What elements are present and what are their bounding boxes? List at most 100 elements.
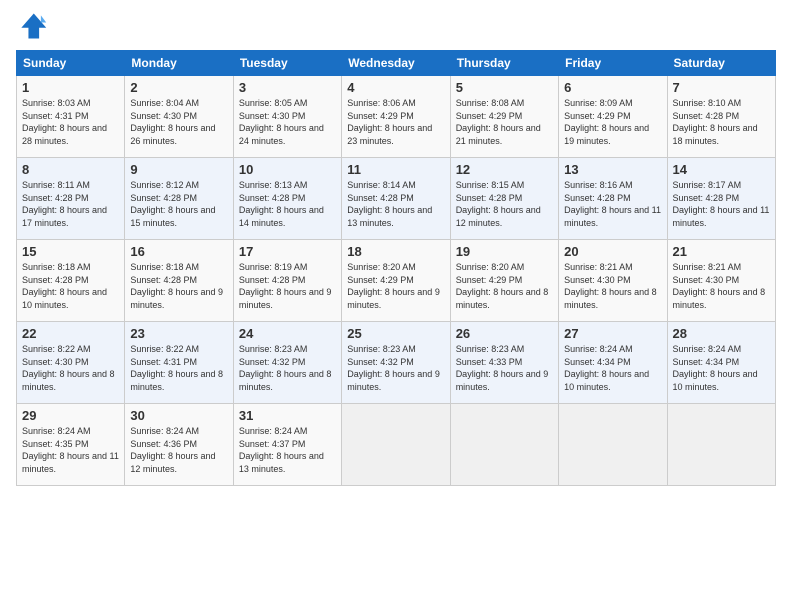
day-detail: Sunrise: 8:15 AMSunset: 4:28 PMDaylight:… [456, 179, 553, 229]
calendar-day-cell: 7 Sunrise: 8:10 AMSunset: 4:28 PMDaylight… [667, 76, 775, 158]
day-detail: Sunrise: 8:10 AMSunset: 4:28 PMDaylight:… [673, 97, 770, 147]
calendar-day-cell: 26 Sunrise: 8:23 AMSunset: 4:33 PMDayligh… [450, 322, 558, 404]
calendar-day-cell: 19Sunrise: 8:20 AMSunset: 4:29 PMDayligh… [450, 240, 558, 322]
day-detail: Sunrise: 8:13 AMSunset: 4:28 PMDaylight:… [239, 179, 336, 229]
day-detail: Sunrise: 8:24 AMSunset: 4:37 PMDaylight:… [239, 425, 336, 475]
day-number: 7 [673, 80, 770, 95]
day-number: 5 [456, 80, 553, 95]
calendar-day-cell: 30Sunrise: 8:24 AMSunset: 4:36 PMDayligh… [125, 404, 233, 486]
day-detail: Sunrise: 8:23 AMSunset: 4:33 PMDaylight:… [456, 343, 553, 393]
day-detail: Sunrise: 8:06 AMSunset: 4:29 PMDaylight:… [347, 97, 444, 147]
page: SundayMondayTuesdayWednesdayThursdayFrid… [0, 0, 792, 612]
day-number: 4 [347, 80, 444, 95]
day-detail: Sunrise: 8:22 AMSunset: 4:31 PMDaylight:… [130, 343, 227, 393]
day-detail: Sunrise: 8:23 AMSunset: 4:32 PMDaylight:… [239, 343, 336, 393]
calendar-day-cell: 15 Sunrise: 8:18 AMSunset: 4:28 PMDayligh… [17, 240, 125, 322]
calendar-day-cell: 28 Sunrise: 8:24 AMSunset: 4:34 PMDayligh… [667, 322, 775, 404]
day-number: 14 [673, 162, 770, 177]
calendar-week-row: 15 Sunrise: 8:18 AMSunset: 4:28 PMDayligh… [17, 240, 776, 322]
calendar-day-cell [667, 404, 775, 486]
calendar-day-cell: 9 Sunrise: 8:12 AMSunset: 4:28 PMDaylight… [125, 158, 233, 240]
day-detail: Sunrise: 8:24 AMSunset: 4:36 PMDaylight:… [130, 425, 227, 475]
calendar-day-cell: 3 Sunrise: 8:05 AMSunset: 4:30 PMDaylight… [233, 76, 341, 158]
logo [16, 10, 52, 42]
calendar-day-cell: 27Sunrise: 8:24 AMSunset: 4:34 PMDayligh… [559, 322, 667, 404]
day-number: 26 [456, 326, 553, 341]
day-of-week-row: SundayMondayTuesdayWednesdayThursdayFrid… [17, 51, 776, 76]
calendar-day-cell: 29 Sunrise: 8:24 AMSunset: 4:35 PMDayligh… [17, 404, 125, 486]
dow-header: Monday [125, 51, 233, 76]
day-number: 3 [239, 80, 336, 95]
dow-header: Wednesday [342, 51, 450, 76]
day-detail: Sunrise: 8:19 AMSunset: 4:28 PMDaylight:… [239, 261, 336, 311]
day-number: 27 [564, 326, 661, 341]
day-number: 1 [22, 80, 119, 95]
calendar-day-cell: 24 Sunrise: 8:23 AMSunset: 4:32 PMDayligh… [233, 322, 341, 404]
day-number: 23 [130, 326, 227, 341]
calendar-day-cell: 13Sunrise: 8:16 AMSunset: 4:28 PMDayligh… [559, 158, 667, 240]
day-detail: Sunrise: 8:20 AMSunset: 4:29 PMDaylight:… [347, 261, 444, 311]
day-detail: Sunrise: 8:18 AMSunset: 4:28 PMDaylight:… [130, 261, 227, 311]
calendar-day-cell: 14 Sunrise: 8:17 AMSunset: 4:28 PMDayligh… [667, 158, 775, 240]
day-detail: Sunrise: 8:04 AMSunset: 4:30 PMDaylight:… [130, 97, 227, 147]
calendar-day-cell: 11Sunrise: 8:14 AMSunset: 4:28 PMDayligh… [342, 158, 450, 240]
day-detail: Sunrise: 8:05 AMSunset: 4:30 PMDaylight:… [239, 97, 336, 147]
calendar-day-cell: 4 Sunrise: 8:06 AMSunset: 4:29 PMDaylight… [342, 76, 450, 158]
day-number: 11 [347, 162, 444, 177]
calendar-day-cell: 16Sunrise: 8:18 AMSunset: 4:28 PMDayligh… [125, 240, 233, 322]
day-number: 8 [22, 162, 119, 177]
day-detail: Sunrise: 8:22 AMSunset: 4:30 PMDaylight:… [22, 343, 119, 393]
day-detail: Sunrise: 8:12 AMSunset: 4:28 PMDaylight:… [130, 179, 227, 229]
calendar-day-cell: 23 Sunrise: 8:22 AMSunset: 4:31 PMDayligh… [125, 322, 233, 404]
day-number: 9 [130, 162, 227, 177]
calendar-day-cell: 22 Sunrise: 8:22 AMSunset: 4:30 PMDayligh… [17, 322, 125, 404]
calendar-day-cell [450, 404, 558, 486]
calendar-day-cell: 8 Sunrise: 8:11 AMSunset: 4:28 PMDaylight… [17, 158, 125, 240]
day-number: 31 [239, 408, 336, 423]
day-detail: Sunrise: 8:11 AMSunset: 4:28 PMDaylight:… [22, 179, 119, 229]
calendar-day-cell: 25 Sunrise: 8:23 AMSunset: 4:32 PMDayligh… [342, 322, 450, 404]
calendar-day-cell: 5Sunrise: 8:08 AMSunset: 4:29 PMDaylight… [450, 76, 558, 158]
calendar-day-cell: 1 Sunrise: 8:03 AMSunset: 4:31 PMDaylight… [17, 76, 125, 158]
calendar-day-cell: 17 Sunrise: 8:19 AMSunset: 4:28 PMDayligh… [233, 240, 341, 322]
day-number: 10 [239, 162, 336, 177]
dow-header: Friday [559, 51, 667, 76]
day-number: 28 [673, 326, 770, 341]
day-number: 6 [564, 80, 661, 95]
calendar-body: 1 Sunrise: 8:03 AMSunset: 4:31 PMDaylight… [17, 76, 776, 486]
day-detail: Sunrise: 8:03 AMSunset: 4:31 PMDaylight:… [22, 97, 119, 147]
calendar-week-row: 8 Sunrise: 8:11 AMSunset: 4:28 PMDaylight… [17, 158, 776, 240]
day-number: 15 [22, 244, 119, 259]
day-number: 18 [347, 244, 444, 259]
day-detail: Sunrise: 8:23 AMSunset: 4:32 PMDaylight:… [347, 343, 444, 393]
day-number: 21 [673, 244, 770, 259]
dow-header: Thursday [450, 51, 558, 76]
day-number: 24 [239, 326, 336, 341]
day-number: 17 [239, 244, 336, 259]
calendar-week-row: 1 Sunrise: 8:03 AMSunset: 4:31 PMDaylight… [17, 76, 776, 158]
day-number: 22 [22, 326, 119, 341]
day-number: 2 [130, 80, 227, 95]
calendar-day-cell: 10 Sunrise: 8:13 AMSunset: 4:28 PMDayligh… [233, 158, 341, 240]
dow-header: Tuesday [233, 51, 341, 76]
calendar-day-cell: 18 Sunrise: 8:20 AMSunset: 4:29 PMDayligh… [342, 240, 450, 322]
day-detail: Sunrise: 8:18 AMSunset: 4:28 PMDaylight:… [22, 261, 119, 311]
day-detail: Sunrise: 8:24 AMSunset: 4:34 PMDaylight:… [673, 343, 770, 393]
day-number: 29 [22, 408, 119, 423]
calendar-day-cell: 2 Sunrise: 8:04 AMSunset: 4:30 PMDaylight… [125, 76, 233, 158]
calendar-day-cell: 6Sunrise: 8:09 AMSunset: 4:29 PMDaylight… [559, 76, 667, 158]
calendar-day-cell [342, 404, 450, 486]
calendar-day-cell: 21 Sunrise: 8:21 AMSunset: 4:30 PMDayligh… [667, 240, 775, 322]
day-detail: Sunrise: 8:21 AMSunset: 4:30 PMDaylight:… [673, 261, 770, 311]
day-detail: Sunrise: 8:17 AMSunset: 4:28 PMDaylight:… [673, 179, 770, 229]
day-number: 13 [564, 162, 661, 177]
day-detail: Sunrise: 8:24 AMSunset: 4:35 PMDaylight:… [22, 425, 119, 475]
calendar-day-cell: 12Sunrise: 8:15 AMSunset: 4:28 PMDayligh… [450, 158, 558, 240]
day-detail: Sunrise: 8:21 AMSunset: 4:30 PMDaylight:… [564, 261, 661, 311]
calendar-day-cell [559, 404, 667, 486]
day-number: 19 [456, 244, 553, 259]
day-number: 25 [347, 326, 444, 341]
dow-header: Saturday [667, 51, 775, 76]
calendar-week-row: 22 Sunrise: 8:22 AMSunset: 4:30 PMDayligh… [17, 322, 776, 404]
calendar-day-cell: 31 Sunrise: 8:24 AMSunset: 4:37 PMDayligh… [233, 404, 341, 486]
